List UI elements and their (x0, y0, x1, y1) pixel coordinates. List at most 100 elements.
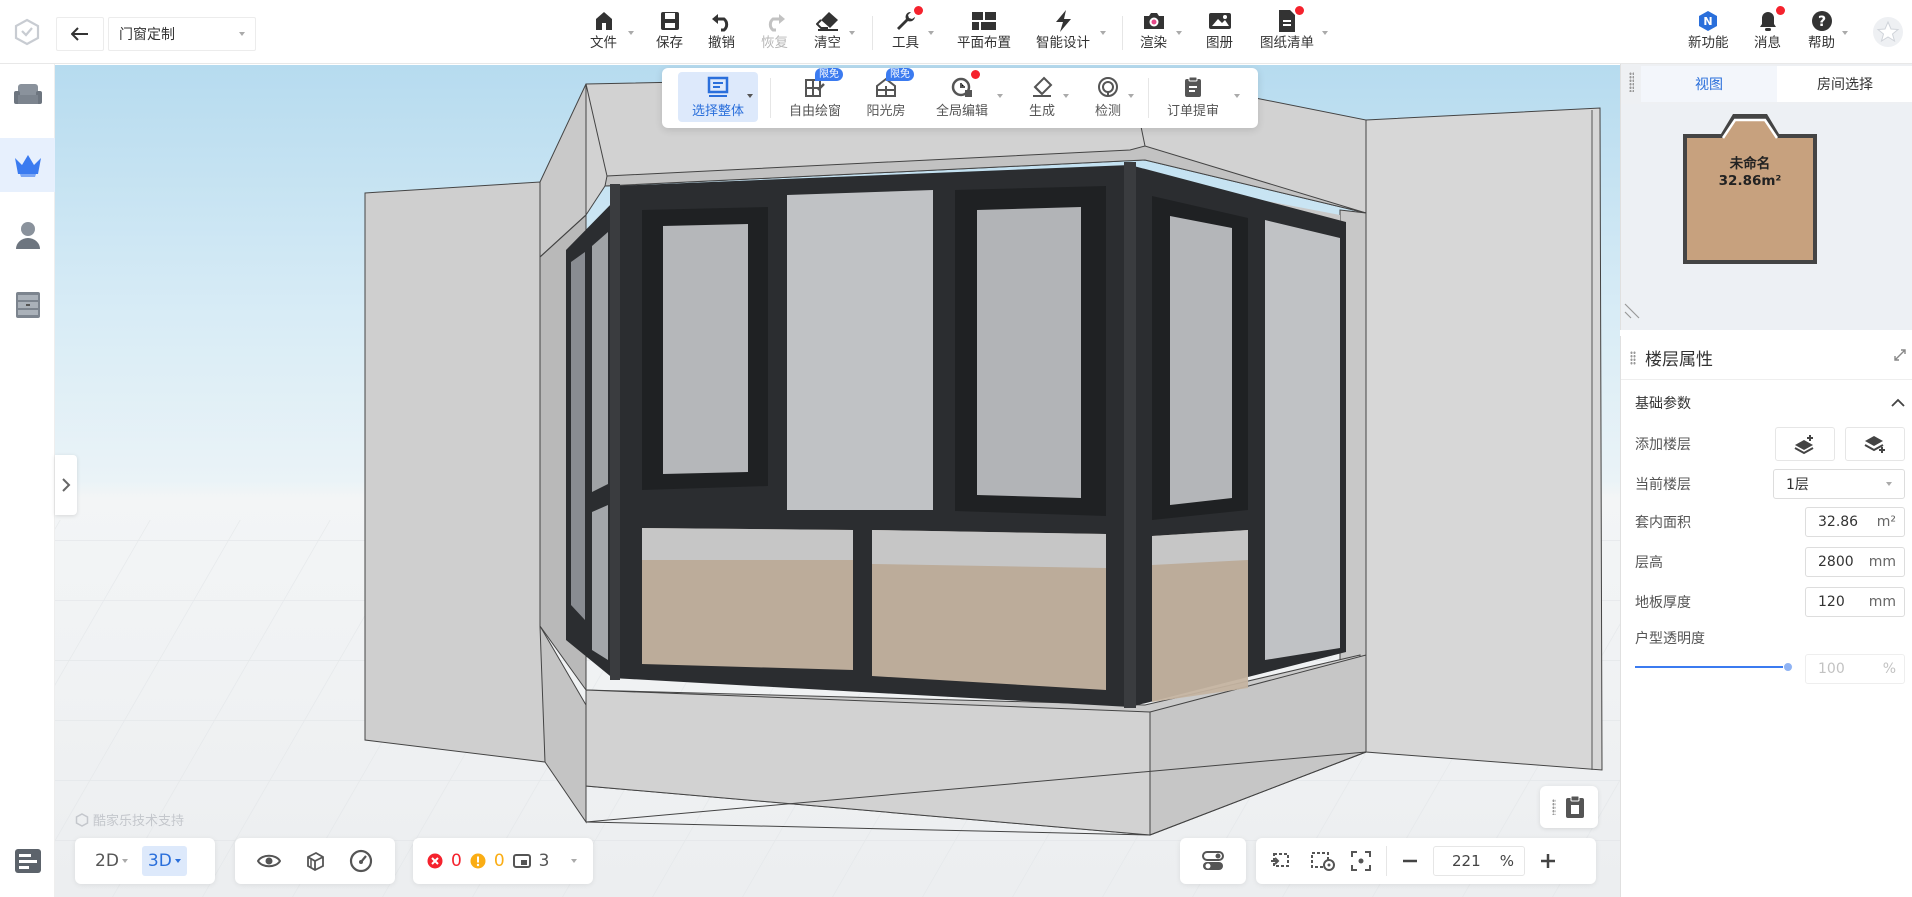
transparency-label-row: 户型透明度 (1635, 622, 1905, 654)
tools-button[interactable]: 工具 (892, 6, 923, 56)
clear-button[interactable]: 清空 (814, 8, 841, 56)
drawing-list-button[interactable]: 图纸清单 (1260, 6, 1314, 56)
check-status-bar[interactable]: 0 0 3 (413, 838, 593, 884)
rail-item-panel-toggle[interactable] (0, 834, 55, 888)
basic-params-section[interactable]: 基础参数 (1635, 388, 1905, 418)
zoom-controls: 221 % (1256, 838, 1596, 884)
zoom-input[interactable]: 221 % (1433, 846, 1525, 876)
file-button[interactable]: 文件 (590, 8, 617, 56)
zoom-in-icon[interactable] (1539, 852, 1557, 870)
floor-height-unit: mm (1868, 554, 1896, 570)
help-button[interactable]: ? 帮助 (1808, 8, 1835, 56)
chevron-down-icon (121, 859, 128, 863)
transparency-label: 户型透明度 (1635, 631, 1705, 647)
transparency-slider[interactable] (1635, 660, 1793, 674)
back-button[interactable] (56, 17, 104, 51)
sunroom-button[interactable]: 限免 阳光房 (858, 68, 914, 124)
left-rail (0, 64, 55, 897)
album-button[interactable]: 图册 (1206, 8, 1233, 56)
tab-view[interactable]: 视图 (1641, 66, 1777, 102)
slider-thumb[interactable] (1783, 662, 1793, 672)
expand-icon[interactable] (1893, 348, 1907, 362)
help-label: 帮助 (1808, 35, 1835, 51)
order-review-button[interactable]: 订单提审 (1162, 74, 1224, 124)
global-edit-button[interactable]: 全局编辑 (930, 70, 994, 124)
room-floorplan[interactable] (1621, 104, 1912, 330)
order-review-dropdown-icon[interactable] (1234, 94, 1240, 98)
smart-design-dropdown-icon[interactable] (1100, 31, 1106, 35)
tools-dropdown-icon[interactable] (928, 31, 934, 35)
add-floor-label: 添加楼层 (1635, 437, 1691, 453)
minimap[interactable]: 未命名 32.86m² (1621, 104, 1912, 330)
new-feature-button[interactable]: N 新功能 (1688, 8, 1729, 56)
redo-icon (768, 14, 785, 32)
view-settings-icon[interactable] (1310, 850, 1336, 872)
clipboard-button[interactable] (1540, 786, 1598, 828)
render-button[interactable]: 渲染 (1140, 8, 1167, 56)
render-dropdown-icon[interactable] (1176, 31, 1182, 35)
add-floor-below-button[interactable] (1845, 427, 1905, 461)
transparency-field[interactable]: 100 % (1805, 654, 1905, 684)
tools-notification-dot (913, 6, 923, 15)
inner-area-field[interactable]: 32.86 m² (1805, 507, 1905, 537)
add-floor-above-button[interactable] (1775, 427, 1835, 461)
detect-dropdown-icon[interactable] (1128, 94, 1134, 98)
watermark-text: 酷家乐技术支持 (93, 814, 185, 829)
select-all-dropdown-icon[interactable] (747, 94, 753, 98)
fit-selection-icon[interactable] (1270, 850, 1296, 872)
undo-button[interactable]: 撤销 (708, 8, 735, 56)
rail-item-crown[interactable] (0, 138, 55, 192)
mode-2d-button[interactable]: 2D (89, 846, 134, 876)
messages-button[interactable]: 消息 (1754, 6, 1785, 56)
save-button[interactable]: 保存 (656, 8, 683, 56)
render-label: 渲染 (1140, 35, 1167, 51)
tab-room-select[interactable]: 房间选择 (1777, 66, 1912, 102)
mode-3d-button[interactable]: 3D (141, 846, 187, 876)
clear-dropdown-icon[interactable] (849, 31, 855, 35)
bay-window-model[interactable] (55, 65, 1620, 897)
settings-toggle-control[interactable] (1180, 838, 1246, 884)
module-select[interactable]: 门窗定制 (108, 17, 256, 51)
window-tools-toolbar: 选择整体 限免 自由绘窗 限免 阳光房 全局编辑 生成 检测 订单提审 (662, 68, 1258, 128)
drag-handle-icon[interactable] (1629, 72, 1634, 92)
rail-item-cabinet[interactable] (0, 278, 55, 332)
free-draw-window-button[interactable]: 限免 自由绘窗 (784, 68, 846, 124)
fullscreen-icon[interactable] (1350, 850, 1372, 872)
cube-icon[interactable] (304, 850, 326, 872)
rail-item-furniture[interactable] (0, 68, 55, 122)
favorite-star-icon[interactable] (1872, 16, 1904, 48)
redo-button[interactable]: 恢复 (761, 8, 788, 56)
generate-button[interactable]: 生成 (1022, 74, 1062, 124)
zoom-value: 221 (1452, 852, 1481, 870)
global-edit-dropdown-icon[interactable] (997, 94, 1003, 98)
floor-plan-button[interactable]: 平面布置 (957, 8, 1011, 56)
global-edit-icon (951, 77, 972, 97)
drawing-list-dropdown-icon[interactable] (1322, 31, 1328, 35)
rail-item-user[interactable] (0, 208, 55, 262)
speedometer-icon[interactable] (349, 849, 373, 873)
svg-text:N: N (1704, 15, 1713, 28)
drag-handle-icon (1552, 799, 1556, 815)
limited-free-badge: 限免 (815, 68, 843, 81)
expand-panel-button[interactable] (55, 455, 77, 515)
help-dropdown-icon[interactable] (1842, 31, 1848, 35)
file-dropdown-icon[interactable] (628, 31, 634, 35)
toggle-settings-icon (1202, 851, 1224, 870)
generate-dropdown-icon[interactable] (1063, 94, 1069, 98)
floor-height-field[interactable]: 2800 mm (1805, 547, 1905, 577)
smart-design-button[interactable]: 智能设计 (1036, 8, 1090, 56)
drag-handle-icon[interactable] (1630, 351, 1636, 365)
floor-thickness-unit: mm (1868, 594, 1896, 610)
floor-thickness-field[interactable]: 120 mm (1805, 587, 1905, 617)
global-edit-label: 全局编辑 (935, 104, 988, 119)
room-area: 32.86m² (1718, 173, 1782, 189)
layers-icon (512, 854, 531, 868)
select-all-button[interactable]: 选择整体 (682, 74, 754, 124)
3d-viewport[interactable] (55, 65, 1620, 897)
detect-button[interactable]: 检测 (1088, 74, 1128, 124)
eye-icon[interactable] (256, 853, 281, 869)
warning-icon (470, 853, 486, 869)
transparency-unit: % (1882, 661, 1896, 677)
current-floor-select[interactable]: 1层 (1773, 469, 1905, 499)
zoom-out-icon[interactable] (1401, 852, 1419, 870)
